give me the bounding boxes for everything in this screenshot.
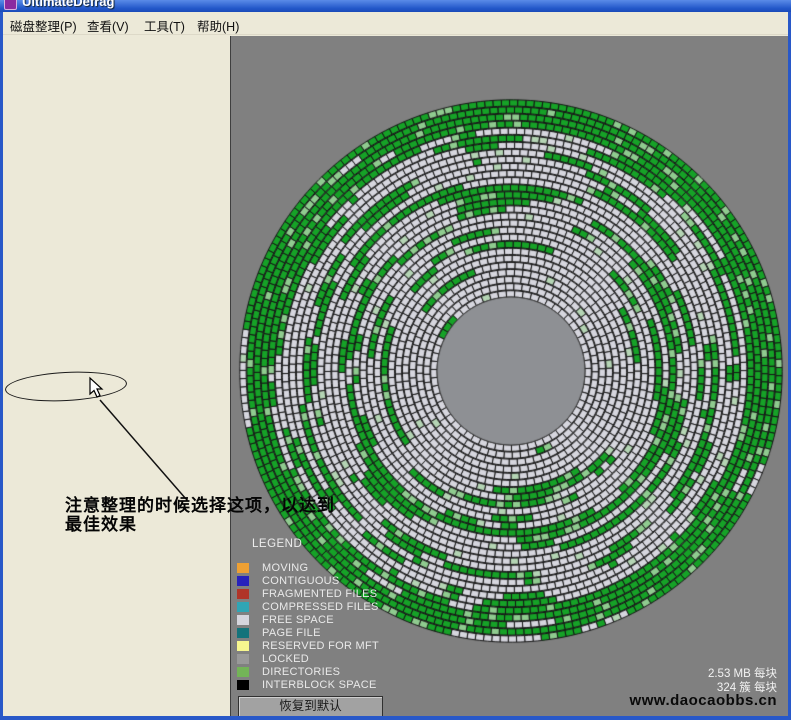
annotation-note: 注意整理的时候选择这项，以达到 最佳效果	[65, 496, 365, 534]
menu-view[interactable]: 查看(V)	[87, 16, 129, 35]
moving-swatch	[237, 563, 249, 573]
app-icon	[4, 0, 17, 10]
annotation-line2: 最佳效果	[65, 515, 365, 534]
contiguous-swatch	[237, 576, 249, 586]
window-border-bottom	[0, 716, 791, 720]
window-border-left	[0, 0, 3, 720]
menu-bar: 磁盘整理(P) 查看(V) 工具(T) 帮助(H)	[3, 12, 788, 35]
fragmented-swatch	[237, 589, 249, 599]
window-title: UltimateDefrag	[22, 0, 114, 9]
compressed-swatch	[237, 602, 249, 612]
menu-tools[interactable]: 工具(T)	[144, 16, 185, 35]
menu-help[interactable]: 帮助(H)	[197, 16, 239, 35]
annotation-line1: 注意整理的时候选择这项，以达到	[65, 496, 365, 515]
watermark-url: www.daocaobbs.cn	[577, 692, 777, 709]
freespace-swatch	[237, 615, 249, 625]
menu-defrag[interactable]: 磁盘整理(P)	[10, 16, 77, 35]
restore-default-button[interactable]: 恢复到默认	[238, 696, 383, 717]
ultimatedefrag-window: { "window": { "title": "UltimateDefrag",…	[0, 0, 791, 720]
mft-swatch	[237, 641, 249, 651]
locked-swatch	[237, 654, 249, 664]
title-bar[interactable]: UltimateDefrag	[0, 0, 791, 12]
interblock-swatch	[237, 680, 249, 690]
legend-title: LEGEND	[252, 538, 302, 550]
directories-swatch	[237, 667, 249, 677]
pagefile-swatch	[237, 628, 249, 638]
